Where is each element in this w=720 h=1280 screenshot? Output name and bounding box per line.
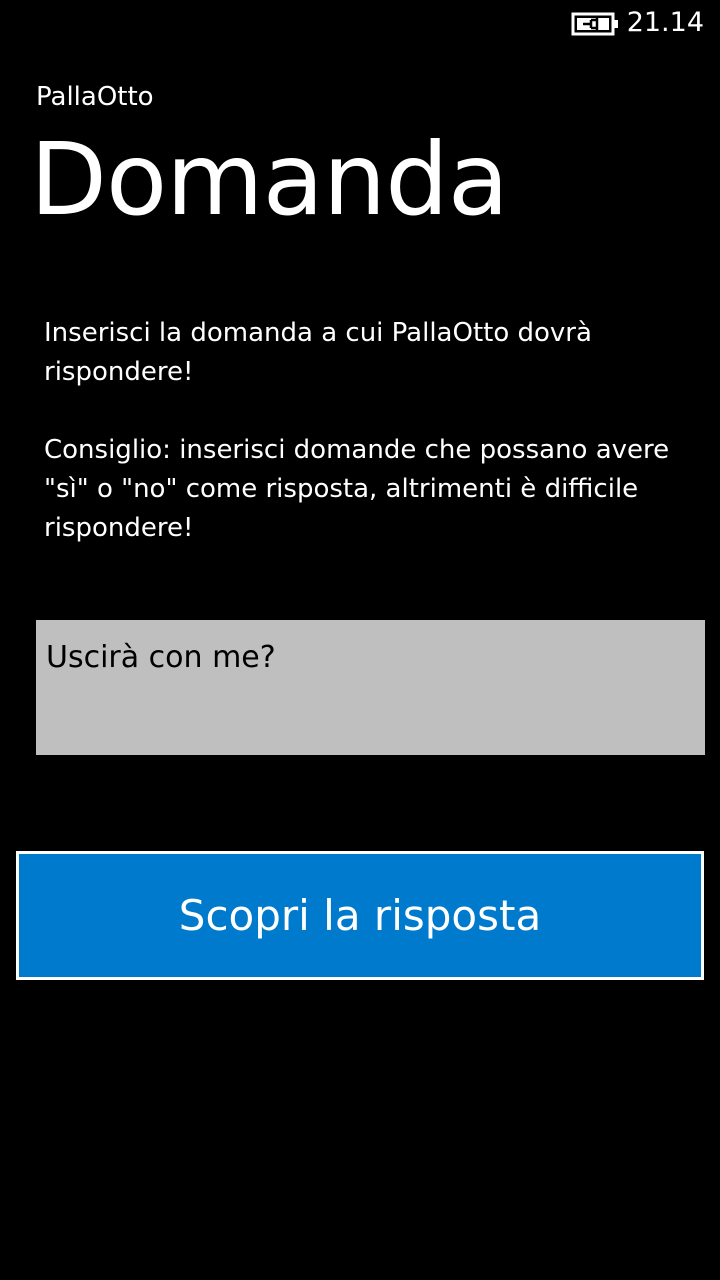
battery-charging-icon — [571, 10, 621, 38]
hint-paragraph: Consiglio: inserisci domande che possano… — [44, 435, 670, 543]
page-title: Domanda — [30, 121, 509, 238]
instructions-text: Inserisci la domanda a cui PallaOtto dov… — [44, 314, 694, 548]
app-title: PallaOtto — [36, 82, 154, 112]
status-bar: 21.14 — [0, 0, 720, 48]
discover-answer-button[interactable]: Scopri la risposta — [16, 851, 704, 980]
instructions-paragraph: Inserisci la domanda a cui PallaOtto dov… — [44, 318, 592, 387]
question-input[interactable]: Uscirà con me? — [36, 620, 705, 755]
clock: 21.14 — [626, 7, 704, 38]
